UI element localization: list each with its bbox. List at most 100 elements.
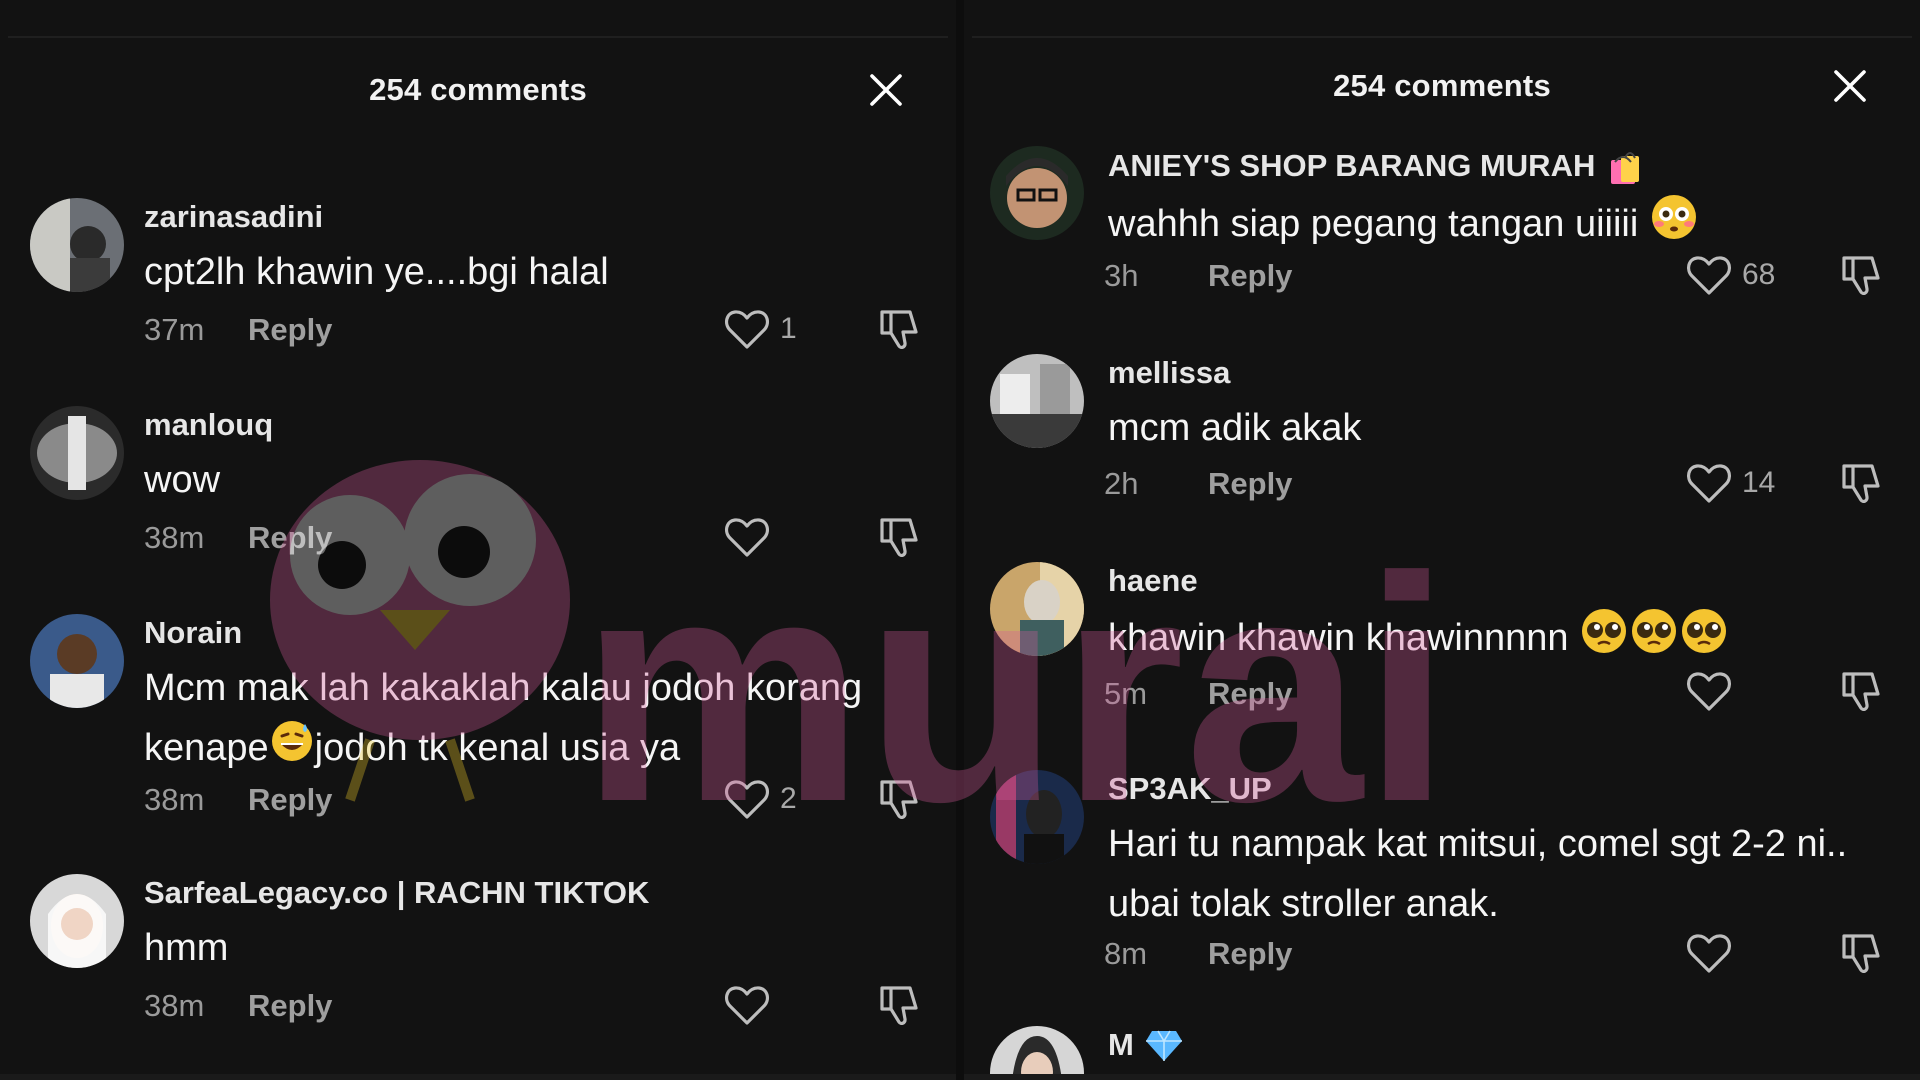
reply-button[interactable]: Reply — [1208, 936, 1292, 972]
comment-text-line: Hari tu nampak kat mitsui, comel sgt 2-2… — [1108, 823, 1848, 865]
comment-username[interactable]: zarinasadini — [144, 198, 920, 236]
like-button[interactable] — [724, 516, 770, 558]
comment-time: 38m — [144, 988, 205, 1023]
comment-text-line: ubai tolak stroller anak. — [1108, 883, 1499, 925]
heart-outline-icon — [1686, 934, 1732, 973]
comment-meta: 37m Reply — [144, 312, 332, 348]
comment-time: 38m — [144, 782, 205, 817]
comment-text: cpt2lh khawin ye....bgi halal — [144, 251, 609, 293]
comment-text: khawin khawin khawinnnnn — [1108, 606, 1884, 674]
thumbs-down-icon[interactable] — [1838, 460, 1884, 506]
comment-text: wahhh siap pegang tangan uiiiii — [1108, 192, 1884, 260]
close-icon[interactable] — [1832, 68, 1868, 104]
like-button[interactable]: 2 — [724, 778, 797, 820]
thumbs-down-icon[interactable] — [876, 982, 922, 1028]
comment-time: 2h — [1104, 466, 1139, 501]
avatar[interactable] — [990, 146, 1084, 240]
avatar[interactable] — [990, 354, 1084, 448]
divider — [964, 1074, 1920, 1080]
comment-meta: 2h Reply — [1104, 466, 1292, 502]
pleading-face-emoji-icon — [1679, 606, 1729, 674]
comment-time: 5m — [1104, 676, 1148, 711]
comment-text: Hari tu nampak kat mitsui, comel sgt 2-2… — [1108, 814, 1884, 934]
comment-text-line: Mcm mak lah kakaklah kalau jodoh korang — [144, 667, 863, 709]
like-count: 1 — [780, 312, 797, 345]
grinning-sweat-emoji-icon — [269, 718, 315, 782]
comment-meta: 38m Reply — [144, 988, 332, 1024]
reply-button[interactable]: Reply — [1208, 258, 1292, 294]
like-count: 14 — [1742, 466, 1776, 499]
thumbs-down-icon[interactable] — [876, 306, 922, 352]
username-text: ANIEY'S SHOP BARANG MURAH — [1108, 148, 1596, 183]
like-button[interactable] — [1686, 932, 1732, 974]
heart-outline-icon — [724, 310, 770, 349]
divider — [0, 1074, 956, 1080]
comment-username[interactable]: haene — [1108, 562, 1884, 600]
like-button[interactable]: 14 — [1686, 462, 1775, 504]
reply-button[interactable]: Reply — [1208, 466, 1292, 502]
comment-meta: 5m Reply — [1104, 676, 1292, 712]
avatar[interactable] — [30, 198, 124, 292]
comment-text: mcm adik akak — [1108, 407, 1362, 449]
comments-count-title: 254 comments — [369, 72, 587, 107]
comments-count-title: 254 comments — [1333, 68, 1551, 103]
thumbs-down-icon[interactable] — [1838, 668, 1884, 714]
like-count: 2 — [780, 782, 797, 815]
avatar[interactable] — [30, 406, 124, 500]
like-button[interactable]: 1 — [724, 308, 797, 350]
thumbs-down-icon[interactable] — [1838, 252, 1884, 298]
reply-button[interactable]: Reply — [248, 312, 332, 348]
reply-button[interactable]: Reply — [248, 520, 332, 556]
divider — [972, 36, 1912, 38]
reply-button[interactable]: Reply — [1208, 676, 1292, 712]
gem-emoji-icon — [1145, 1030, 1182, 1061]
comment-time: 37m — [144, 312, 205, 347]
comment-meta: 38m Reply — [144, 782, 332, 818]
comment-meta: 38m Reply — [144, 520, 332, 556]
avatar[interactable] — [990, 770, 1084, 864]
like-button[interactable] — [724, 984, 770, 1026]
comment-username[interactable]: Norain — [144, 614, 920, 652]
divider — [8, 36, 948, 38]
comment-time: 3h — [1104, 258, 1139, 293]
comments-header: 254 comments — [0, 58, 956, 122]
like-button[interactable] — [1686, 670, 1732, 712]
comment-time: 38m — [144, 520, 205, 555]
comment-meta: 3h Reply — [1104, 258, 1292, 294]
shopping-bags-emoji-icon — [1611, 152, 1640, 184]
comments-panel-left: 254 comments zarinasadini cpt2lh khawin … — [0, 0, 956, 1080]
comment-username[interactable]: M — [1108, 1026, 1884, 1064]
comment-username[interactable]: manlouq — [144, 406, 920, 444]
close-icon[interactable] — [868, 72, 904, 108]
comment-text-part: wahhh siap pegang tangan uiiiii — [1108, 203, 1639, 246]
avatar[interactable] — [30, 614, 124, 708]
comment-text: wow — [144, 459, 221, 501]
avatar[interactable] — [30, 874, 124, 968]
pleading-face-emoji-icon — [1629, 606, 1679, 674]
like-count: 68 — [1742, 258, 1776, 291]
comment-text: Mcm mak lah kakaklah kalau jodoh korang … — [144, 658, 920, 782]
thumbs-down-icon[interactable] — [876, 776, 922, 822]
like-button[interactable]: 68 — [1686, 254, 1775, 296]
comment-text-part: khawin khawin khawinnnnn — [1108, 617, 1569, 660]
heart-outline-icon — [1686, 464, 1732, 503]
comment-username[interactable]: ANIEY'S SHOP BARANG MURAH — [1108, 146, 1884, 186]
comment-text-part: kenape — [144, 727, 269, 770]
comments-header: 254 comments — [964, 54, 1920, 118]
avatar[interactable] — [990, 562, 1084, 656]
flushed-face-emoji-icon — [1649, 192, 1699, 260]
comment-username[interactable]: SP3AK_UP — [1108, 770, 1884, 808]
comment-username[interactable]: SarfeaLegacy.co | RACHN TIKTOK — [144, 874, 920, 912]
heart-outline-icon — [724, 780, 770, 819]
comment-meta: 8m Reply — [1104, 936, 1292, 972]
heart-outline-icon — [1686, 672, 1732, 711]
reply-button[interactable]: Reply — [248, 988, 332, 1024]
reply-button[interactable]: Reply — [248, 782, 332, 818]
comment-username[interactable]: mellissa — [1108, 354, 1884, 392]
avatar[interactable] — [990, 1026, 1084, 1080]
pleading-face-emoji-icon — [1579, 606, 1629, 674]
thumbs-down-icon[interactable] — [1838, 930, 1884, 976]
comment-time: 8m — [1104, 936, 1148, 971]
comment-text-line: kenape jodoh tk kenal usia ya — [144, 718, 920, 782]
thumbs-down-icon[interactable] — [876, 514, 922, 560]
